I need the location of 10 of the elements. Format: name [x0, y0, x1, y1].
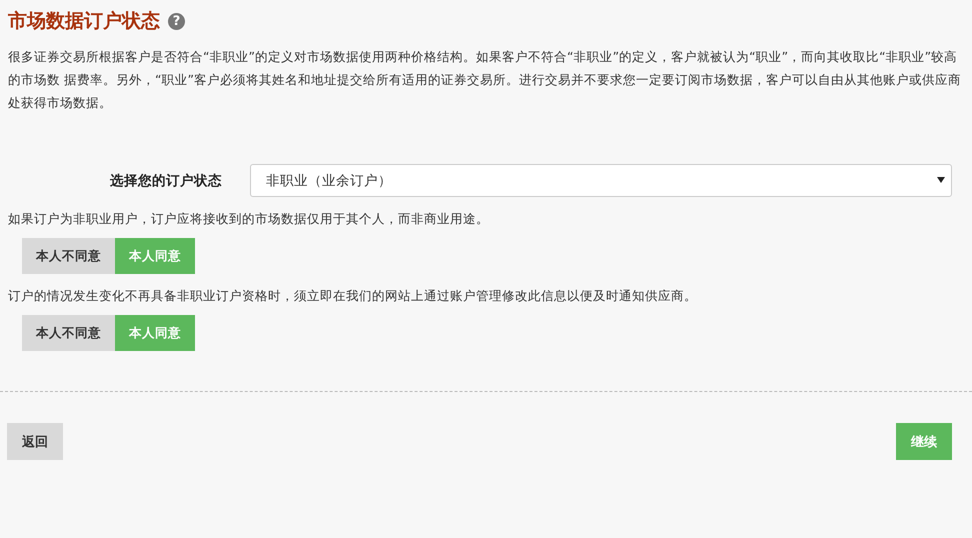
agreement-text: 订户的情况发生变化不再具备非职业订户资格时，须立即在我们的网站上通过账户管理修改此信息以便及时通知供应商。 — [8, 287, 698, 305]
toggle-option[interactable]: 本人不同意 — [22, 315, 115, 351]
status-label: 选择您的订户状态 — [109, 172, 223, 190]
status-select[interactable]: 非职业（业余订户） — [250, 164, 952, 197]
help-icon[interactable]: ? — [168, 12, 185, 30]
back-button[interactable]: 返回 — [7, 423, 63, 460]
intro-paragraph: 很多证券交易所根据客户是否符合“非职业”的定义对市场数据使用两种价格结构。如果客户不符合“非职业”的定义，客户就被认为“职业”，而向其收取比“非职业”较高的市场数 据费率。另外，“职业”客户必须将其姓名和地址提交给所有适用的证券交易所。进行交易并不要求您一定要订阅市场数据，客户可以自由从其他账户或供应商处获得市场数据。 — [8, 48, 962, 112]
toggle-option[interactable]: 本人不同意 — [22, 238, 115, 274]
page-title: 市场数据订户状态 — [8, 9, 160, 34]
agreement-text: 如果订户为非职业用户，订户应将接收到的市场数据仅用于其个人，而非商业用途。 — [8, 210, 490, 228]
